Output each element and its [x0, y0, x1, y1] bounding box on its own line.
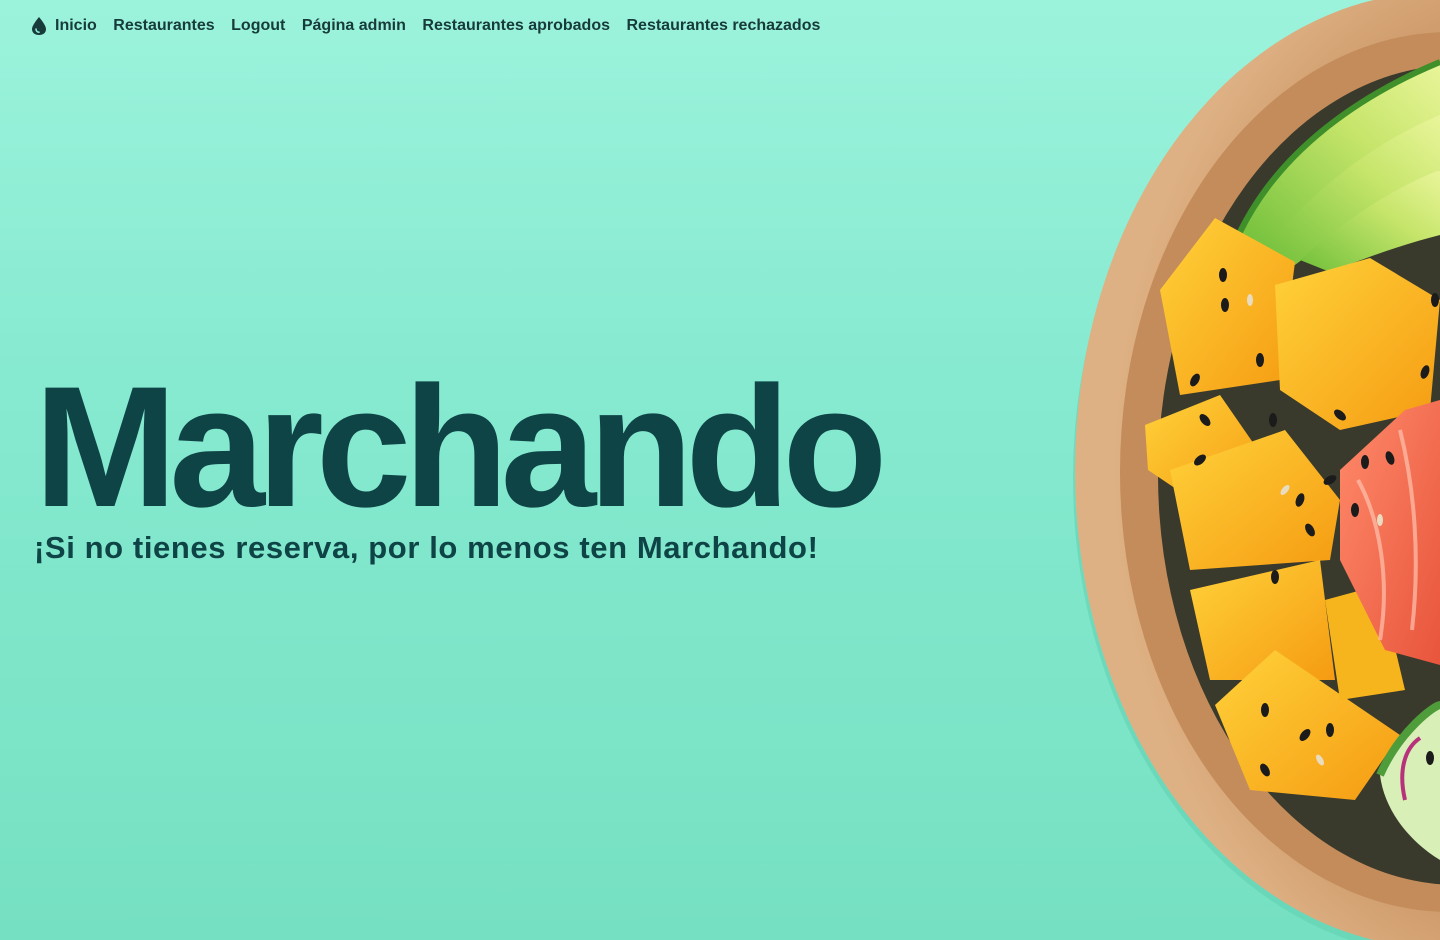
nav-link-label: Restaurantes rechazados — [626, 17, 821, 34]
nav-link-label: Inicio — [55, 17, 97, 34]
nav-link-logout[interactable]: Logout — [231, 17, 285, 35]
nav-link-restaurantes-rechazados[interactable]: Restaurantes rechazados — [627, 17, 821, 35]
poke-bowl-image — [1073, 0, 1440, 940]
hero-subtitle: ¡Si no tienes reserva, por lo menos ten … — [34, 530, 819, 565]
nav-link-label: Restaurantes aprobados — [422, 17, 610, 34]
water-drop-icon — [32, 17, 46, 35]
top-nav: Inicio Restaurantes Logout Página admin … — [30, 14, 837, 38]
nav-link-inicio[interactable]: Inicio — [30, 16, 97, 36]
nav-link-restaurantes-aprobados[interactable]: Restaurantes aprobados — [422, 17, 610, 35]
nav-link-label: Restaurantes — [113, 17, 215, 34]
nav-link-label: Logout — [231, 17, 286, 34]
nav-link-pagina-admin[interactable]: Página admin — [302, 17, 406, 35]
hero-title: Marchando — [34, 351, 887, 543]
nav-link-restaurantes[interactable]: Restaurantes — [113, 17, 214, 35]
nav-link-label: Página admin — [301, 17, 406, 34]
